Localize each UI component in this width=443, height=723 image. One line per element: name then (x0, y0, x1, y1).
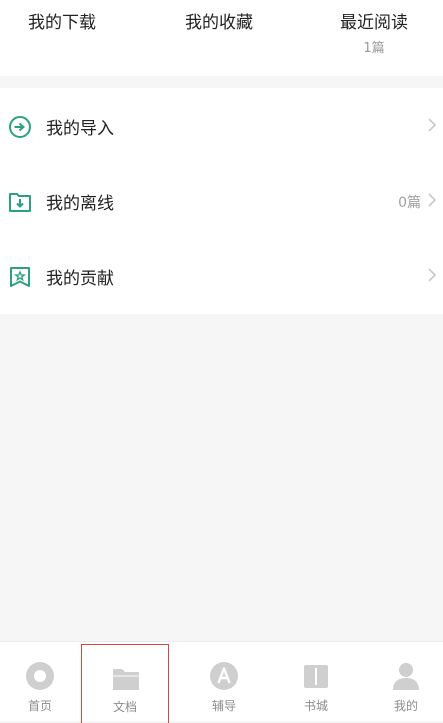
recent-reading-count: 1篇 (363, 41, 385, 56)
tab-my-favorites-label: 我的收藏 (185, 13, 253, 33)
top-tab-bar: 我的下载 我的收藏 最近阅读 1篇 (0, 0, 443, 76)
nav-bookstore-label: 书城 (303, 699, 328, 713)
menu-item-my-offline[interactable]: 我的离线 0篇 (0, 171, 443, 231)
person-icon (393, 663, 419, 690)
tab-recent-reading-label: 最近阅读 (340, 13, 408, 33)
menu-item-my-import-label: 我的导入 (46, 119, 114, 139)
bottom-navigation: 首页 文档 辅导 书城 我的 (0, 641, 443, 723)
menu-item-my-contribution[interactable]: 我的贡献 (0, 246, 443, 306)
bookmark-star-icon (10, 267, 30, 287)
tab-my-downloads[interactable]: 我的下载 (28, 8, 96, 33)
document-menu: 我的导入 我的离线 0篇 我的贡献 (0, 88, 443, 314)
menu-item-my-import[interactable]: 我的导入 (0, 96, 443, 156)
chevron-right-icon (428, 193, 437, 207)
nav-documents[interactable]: 文档 (81, 644, 169, 723)
book-icon (304, 665, 328, 688)
nav-home[interactable]: 首页 (0, 642, 80, 721)
tab-my-favorites[interactable]: 我的收藏 (185, 8, 253, 33)
import-arrow-icon (9, 116, 31, 138)
folder-icon (113, 669, 139, 690)
tab-my-downloads-label: 我的下载 (28, 13, 96, 33)
chevron-right-icon (428, 268, 437, 282)
folder-download-icon (9, 193, 31, 212)
nav-tutoring-label: 辅导 (211, 699, 236, 713)
nav-profile-label: 我的 (393, 699, 418, 713)
nav-profile[interactable]: 我的 (366, 642, 443, 721)
chevron-right-icon (428, 118, 437, 132)
nav-documents-label: 文档 (112, 700, 137, 714)
home-icon (26, 662, 54, 690)
tab-recent-reading[interactable]: 最近阅读 1篇 (340, 8, 408, 56)
menu-item-my-offline-label: 我的离线 (46, 194, 114, 214)
nav-home-label: 首页 (27, 699, 52, 713)
offline-count: 0篇 (398, 195, 421, 211)
tutor-a-icon (210, 662, 238, 690)
nav-bookstore[interactable]: 书城 (276, 642, 356, 721)
nav-tutoring[interactable]: 辅导 (184, 642, 264, 721)
menu-item-my-contribution-label: 我的贡献 (46, 269, 114, 289)
